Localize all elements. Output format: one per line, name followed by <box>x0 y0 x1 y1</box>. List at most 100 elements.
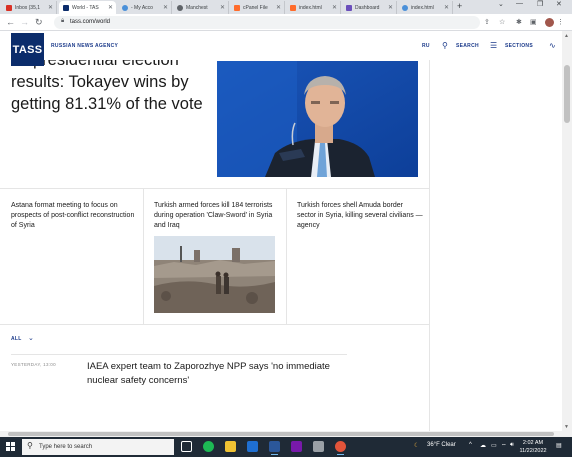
divider <box>143 188 144 324</box>
windows-start-icon[interactable] <box>6 442 16 452</box>
browser-tab[interactable]: cPanel File ✕ <box>230 1 285 14</box>
tab-search-icon[interactable]: ⌄ <box>498 0 504 8</box>
back-icon[interactable]: ← <box>6 17 15 27</box>
clock-time: 2:02 AM <box>522 440 544 446</box>
search-link[interactable]: SEARCH <box>456 43 479 49</box>
clock-date: 11/22/2022 <box>519 448 547 454</box>
browser-menu-icon[interactable]: ⋮ <box>557 18 564 26</box>
close-tab-icon[interactable]: ✕ <box>332 4 337 11</box>
browser-tab[interactable]: index.html ✕ <box>398 1 453 14</box>
forward-icon[interactable]: → <box>20 17 29 27</box>
browser-tab[interactable]: Inbox (35,1 ✕ <box>2 1 57 14</box>
tab-label: - My Acco <box>131 4 153 11</box>
word-icon[interactable] <box>269 441 280 455</box>
filter-all[interactable]: ALL <box>11 336 22 342</box>
notifications-icon[interactable]: ▤ <box>556 442 562 449</box>
extensions-icon[interactable]: ✱ <box>516 18 522 26</box>
sidebar-divider <box>429 60 430 437</box>
close-tab-icon[interactable]: ✕ <box>220 4 225 11</box>
close-window-icon[interactable]: ✕ <box>556 0 562 8</box>
tab-label: Dashboard <box>355 4 380 11</box>
url-text: tass.com/world <box>70 19 111 25</box>
story-link[interactable]: Astana format meeting to focus on prospe… <box>11 201 136 231</box>
side-panel-icon[interactable]: ▣ <box>530 18 537 26</box>
chrome-icon[interactable] <box>335 441 346 455</box>
tab-label: index.html <box>299 4 322 11</box>
new-tab-icon[interactable]: + <box>457 1 462 11</box>
search-icon[interactable]: ⚲ <box>442 41 448 50</box>
minimize-icon[interactable]: — <box>516 0 523 7</box>
cpanel-icon <box>234 4 240 11</box>
account-icon <box>122 4 128 11</box>
agency-tagline: RUSSIAN NEWS AGENCY <box>51 43 119 49</box>
tab-label: Inbox (35,1 <box>15 4 41 11</box>
share-icon[interactable]: ⇪ <box>484 18 490 26</box>
scrollbar-thumb[interactable] <box>8 432 554 436</box>
close-tab-icon[interactable]: ✕ <box>108 4 113 11</box>
story-link[interactable]: Turkish forces shell Amuda border sector… <box>297 201 423 231</box>
tass-logo[interactable]: TASS <box>11 33 44 66</box>
taskbar-search-placeholder: Type here to search <box>39 444 93 450</box>
close-tab-icon[interactable]: ✕ <box>163 4 168 11</box>
language-switch-ru[interactable]: RU <box>422 43 430 49</box>
chevron-down-icon[interactable]: ⌄ <box>28 334 34 342</box>
taskbar-clock[interactable]: 2:02 AM 11/22/2022 <box>519 439 547 455</box>
hero-image[interactable] <box>217 61 418 177</box>
spotify-icon[interactable] <box>203 441 214 452</box>
address-toolbar: ← → ↻ 🔒︎ tass.com/world ⇪ ☆ ✱ ▣ ⋮ <box>0 14 572 31</box>
tab-label: World - TAS <box>72 4 99 11</box>
onenote-icon[interactable] <box>291 441 302 452</box>
story-link[interactable]: Turkish armed forces kill 184 terrorists… <box>154 201 280 231</box>
tab-label: cPanel File <box>243 4 268 11</box>
sections-link[interactable]: SECTIONS <box>505 43 533 49</box>
scrollbar-thumb[interactable] <box>564 65 570 123</box>
browser-tab-strip: Inbox (35,1 ✕ World - TAS ✕ - My Acco ✕ … <box>0 0 572 14</box>
divider <box>286 188 287 324</box>
file-explorer-icon[interactable] <box>225 441 236 452</box>
task-view-icon[interactable] <box>181 441 192 452</box>
feed-item-link[interactable]: IAEA expert team to Zaporozhye NPP says … <box>87 360 337 388</box>
outlook-icon[interactable] <box>247 441 258 452</box>
app-icon[interactable] <box>313 441 324 452</box>
tray-overflow-icon[interactable]: ^ <box>469 442 472 448</box>
divider <box>11 354 347 355</box>
hero-photo-president <box>217 61 418 177</box>
vertical-scrollbar[interactable]: ▲ ▼ <box>562 31 572 437</box>
weather-text[interactable]: 36°F Clear <box>427 442 456 448</box>
omnibox[interactable]: 🔒︎ tass.com/world <box>54 16 480 29</box>
weather-icon[interactable]: ☾ <box>414 442 419 449</box>
taskbar-search-box[interactable]: ⚲ Type here to search <box>22 439 174 455</box>
feed-timestamp: YESTERDAY, 13:00 <box>11 362 56 367</box>
story-photo-rubble <box>154 236 275 313</box>
close-tab-icon[interactable]: ✕ <box>444 4 449 11</box>
scroll-down-icon[interactable]: ▼ <box>564 424 569 430</box>
cpanel-icon <box>290 4 296 11</box>
browser-tab[interactable]: index.html ✕ <box>286 1 341 14</box>
volume-icon[interactable]: 🔊︎ <box>510 442 514 449</box>
browser-tab[interactable]: Manchest ✕ <box>173 1 229 14</box>
browser-tab-active[interactable]: World - TAS ✕ <box>59 1 116 14</box>
browser-tab[interactable]: Dashboard ✕ <box>342 1 397 14</box>
reload-icon[interactable]: ↻ <box>35 17 43 28</box>
divider <box>0 324 429 325</box>
tab-label: index.html <box>411 4 434 11</box>
lock-icon[interactable]: 🔒︎ <box>61 18 64 25</box>
bookmark-star-icon[interactable]: ☆ <box>499 18 505 26</box>
browser-tab[interactable]: - My Acco ✕ <box>118 1 172 14</box>
search-icon: ⚲ <box>27 441 33 450</box>
profile-avatar[interactable] <box>545 18 554 27</box>
display-icon[interactable]: ▭ <box>491 442 497 449</box>
scroll-up-icon[interactable]: ▲ <box>564 33 569 39</box>
account-icon <box>402 4 408 11</box>
close-tab-icon[interactable]: ✕ <box>388 4 393 11</box>
cloud-icon[interactable]: ☁ <box>480 442 486 449</box>
close-tab-icon[interactable]: ✕ <box>276 4 281 11</box>
menu-icon[interactable]: ☰ <box>490 41 497 50</box>
network-icon[interactable]: ⌔ <box>501 442 507 450</box>
site-header: TASS RUSSIAN NEWS AGENCY RU ⚲ SEARCH ☰ S… <box>0 31 562 66</box>
close-tab-icon[interactable]: ✕ <box>48 4 53 11</box>
windows-taskbar: ⚲ Type here to search ☾ 36°F Clear ^ ☁ ▭… <box>0 437 572 457</box>
story-image[interactable] <box>154 236 275 313</box>
trending-icon[interactable]: ∿ <box>549 41 556 50</box>
maximize-icon[interactable]: ❐ <box>537 0 543 8</box>
